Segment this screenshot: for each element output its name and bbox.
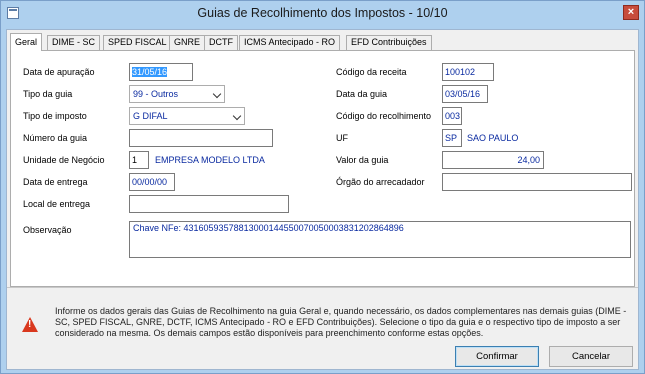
cancel-button[interactable]: Cancelar — [549, 346, 633, 367]
uf-label: UF — [336, 133, 348, 143]
tipo-guia-label: Tipo da guia — [23, 89, 73, 99]
warning-icon — [22, 317, 38, 332]
uf-code-field[interactable]: SP — [442, 129, 462, 147]
data-entrega-label: Data de entrega — [23, 177, 88, 187]
tab-dime-sc[interactable]: DIME - SC — [47, 35, 101, 50]
tipo-imposto-label: Tipo de imposto — [23, 111, 87, 121]
tipo-imposto-select[interactable]: G DIFAL — [129, 107, 245, 125]
local-entrega-label: Local de entrega — [23, 199, 91, 209]
data-apuracao-field[interactable]: 31/05/16 — [129, 63, 193, 81]
info-box: Informe os dados gerais das Guias de Rec… — [10, 293, 635, 349]
dialog-window: Guias de Recolhimento dos Impostos - 10/… — [0, 0, 645, 374]
tab-dctf[interactable]: DCTF — [204, 35, 238, 50]
observacao-label: Observação — [23, 225, 72, 235]
geral-panel: Data de apuração 31/05/16 Tipo da guia 9… — [10, 50, 635, 287]
codigo-receita-label: Código da receita — [336, 67, 407, 77]
divider — [7, 287, 638, 288]
valor-guia-label: Valor da guia — [336, 155, 389, 165]
tipo-guia-value: 99 - Outros — [133, 89, 179, 99]
close-button[interactable]: × — [623, 5, 639, 20]
data-guia-field[interactable]: 03/05/16 — [442, 85, 488, 103]
valor-guia-field[interactable]: 24,00 — [442, 151, 544, 169]
numero-guia-label: Número da guia — [23, 133, 88, 143]
orgao-arrecadador-label: Órgão do arrecadador — [336, 177, 425, 187]
chevron-down-icon — [232, 111, 242, 121]
title-bar[interactable]: Guias de Recolhimento dos Impostos - 10/… — [1, 1, 644, 25]
tipo-guia-select[interactable]: 99 - Outros — [129, 85, 225, 103]
window-title: Guias de Recolhimento dos Impostos - 10/… — [197, 6, 448, 20]
unidade-negocio-name: EMPRESA MODELO LTDA — [155, 155, 265, 165]
unidade-negocio-label: Unidade de Negócio — [23, 155, 105, 165]
local-entrega-field[interactable] — [129, 195, 289, 213]
codigo-recolhimento-label: Código do recolhimento — [336, 111, 432, 121]
orgao-arrecadador-field[interactable] — [442, 173, 632, 191]
data-apuracao-value: 31/05/16 — [132, 67, 168, 77]
uf-name: SAO PAULO — [467, 133, 519, 143]
tab-sped-fiscal[interactable]: SPED FISCAL — [103, 35, 172, 50]
dialog-client: Geral DIME - SC SPED FISCAL GNRE DCTF IC… — [6, 29, 639, 370]
tab-gnre[interactable]: GNRE — [169, 35, 206, 50]
tab-geral[interactable]: Geral — [10, 33, 43, 51]
tipo-imposto-value: G DIFAL — [133, 111, 168, 121]
confirm-button[interactable]: Confirmar — [455, 346, 539, 367]
tab-efd-contribuicoes[interactable]: EFD Contribuições — [346, 35, 432, 50]
chevron-down-icon — [212, 89, 222, 99]
numero-guia-field[interactable] — [129, 129, 273, 147]
codigo-recolhimento-field[interactable]: 003 — [442, 107, 462, 125]
info-text: Informe os dados gerais das Guias de Rec… — [55, 306, 627, 338]
codigo-receita-field[interactable]: 100102 — [442, 63, 494, 81]
data-apuracao-label: Data de apuração — [23, 67, 95, 77]
data-entrega-field[interactable]: 00/00/00 — [129, 173, 175, 191]
observacao-textarea[interactable]: Chave NFe: 43160593578813000144550070050… — [129, 221, 631, 258]
tab-icms-antecipado-ro[interactable]: ICMS Antecipado - RO — [239, 35, 341, 50]
data-guia-label: Data da guia — [336, 89, 388, 99]
unidade-negocio-code-field[interactable]: 1 — [129, 151, 149, 169]
